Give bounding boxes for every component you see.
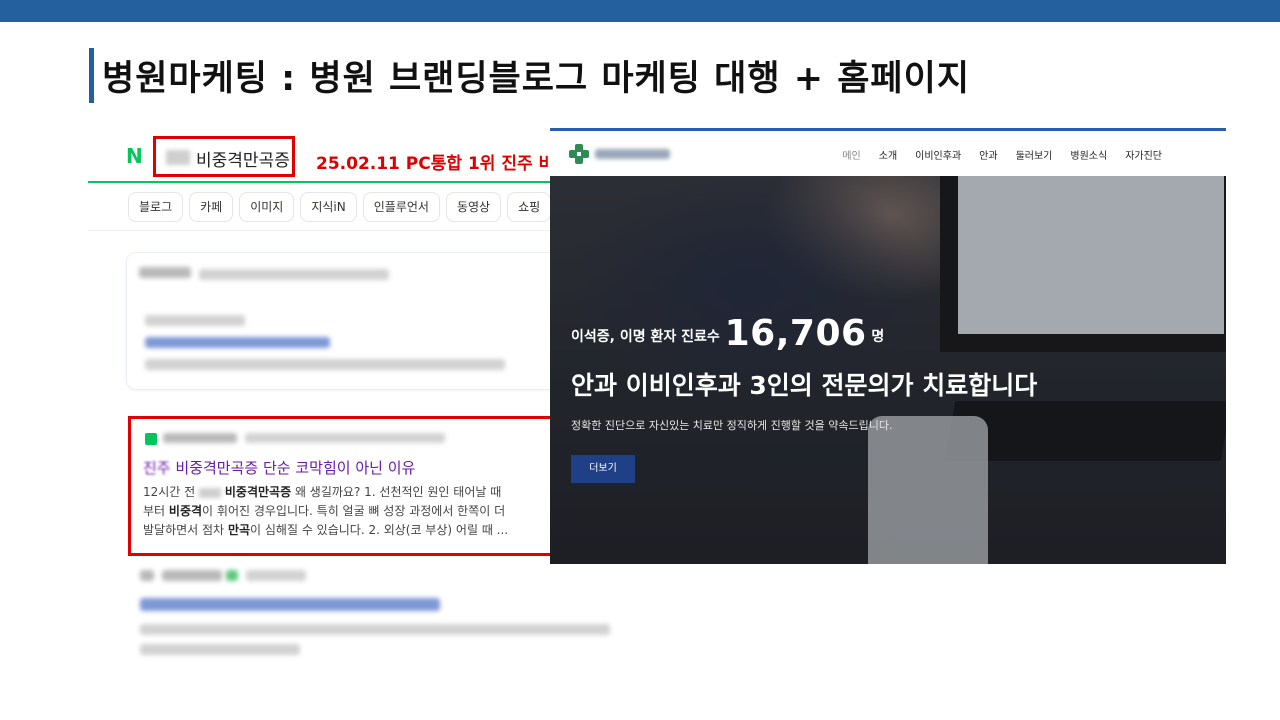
blurred-text: [140, 644, 300, 655]
blurred-region-text: [166, 150, 190, 165]
blurred-text: [199, 269, 389, 280]
top-banner: [0, 0, 1280, 22]
desc-line3a: 발달하면서 점차: [143, 523, 225, 537]
desc-keyword-3: 만곡: [227, 523, 251, 537]
naver-logo-icon[interactable]: N: [126, 144, 143, 168]
result-time: 12시간 전: [143, 485, 196, 499]
more-button[interactable]: 더보기: [571, 455, 635, 483]
hero-subtitle: 정확한 진단으로 자신있는 치료만 정직하게 진행할 것을 약속드립니다.: [571, 419, 893, 432]
hero-banner: 이석증, 이명 환자 진료수 16,706 명 안과 이비인후과 3인의 전문의…: [550, 176, 1226, 564]
desc-line2b: 이 휘어진 경우입니다. 특히 얼굴 뼈 성장 과정에서 한쪽이 더: [202, 504, 506, 518]
blurred-result-card: [126, 560, 656, 672]
blurred-text: [140, 624, 610, 635]
blurred-hospital-name: [595, 149, 670, 159]
hospital-logo-icon[interactable]: [568, 143, 590, 165]
desc-line3b: 이 심해질 수 있습니다. 2. 외상(코 부상) 어릴 때 ...: [250, 523, 509, 537]
tab-influencer[interactable]: 인플루언서: [362, 192, 440, 222]
blurred-url: [245, 433, 445, 443]
tab-blog[interactable]: 블로그: [128, 192, 184, 222]
menu-ent[interactable]: 이비인후과: [915, 147, 961, 162]
slide-title: 병원마케팅 : 병원 브랜딩블로그 마케팅 대행 + 홈페이지: [102, 59, 971, 99]
menu-ophthalmology[interactable]: 안과: [979, 147, 997, 162]
patient-count-unit: 명: [871, 329, 885, 345]
homepage-navbar: 메인 소개 이비인후과 안과 둘러보기 병원소식 자가진단: [550, 131, 1226, 176]
blurred-badge: [226, 570, 238, 581]
ranking-headline: 25.02.11 PC통합 1위 진주 비중: [316, 154, 570, 174]
desc-keyword-2: 비중격: [168, 504, 203, 518]
blurred-link: [140, 598, 440, 611]
result-title-keyword: 비중격만곡증: [175, 459, 259, 477]
menu-self-check[interactable]: 자가진단: [1125, 147, 1162, 162]
tab-cafe[interactable]: 카페: [189, 192, 234, 222]
blurred-text: [145, 359, 505, 370]
title-accent-bar: [89, 48, 94, 103]
patient-count: 16,706: [724, 313, 867, 354]
menu-main[interactable]: 메인: [842, 147, 860, 162]
menu-news[interactable]: 병원소식: [1070, 147, 1107, 162]
hero-stat: 이석증, 이명 환자 진료수 16,706 명: [571, 313, 884, 354]
blurred-text: [246, 570, 306, 581]
tab-shopping[interactable]: 쇼핑: [507, 192, 552, 222]
tab-knowledge-in[interactable]: 지식iN: [300, 192, 357, 222]
tab-image[interactable]: 이미지: [239, 192, 295, 222]
desc-line2a: 부터: [143, 504, 166, 518]
blurred-text: [139, 267, 191, 278]
result-title[interactable]: 진주 비중격만곡증 단순 코막힘이 아닌 이유: [143, 457, 415, 478]
blurred-text: [162, 570, 222, 581]
desc-line1: 왜 생길까요? 1. 선천적인 원인 태어날 때: [294, 485, 502, 499]
blurred-blog-name: [163, 433, 237, 443]
menu-about[interactable]: 소개: [879, 147, 897, 162]
blurred-region-text: [199, 487, 222, 498]
hospital-homepage-screenshot: 메인 소개 이비인후과 안과 둘러보기 병원소식 자가진단 이석증, 이명 환자…: [550, 128, 1226, 564]
desc-keyword: 비중격만곡증: [224, 485, 292, 499]
result-title-suffix: 단순 코막힘이 아닌 이유: [262, 459, 416, 477]
tab-video[interactable]: 동영상: [445, 192, 502, 222]
blurred-text: [145, 315, 245, 326]
search-query-highlight[interactable]: 비중격만곡증: [153, 136, 295, 177]
blog-favicon-icon: [145, 433, 157, 445]
menu-tour[interactable]: 둘러보기: [1016, 147, 1053, 162]
hero-stat-label: 이석증, 이명 환자 진료수: [571, 329, 720, 345]
result-title-prefix: 진주: [143, 459, 171, 477]
homepage-menu: 메인 소개 이비인후과 안과 둘러보기 병원소식 자가진단: [842, 147, 1162, 162]
hero-title: 안과 이비인후과 3인의 전문의가 치료합니다: [571, 371, 1038, 400]
blurred-icon: [140, 570, 154, 581]
search-query[interactable]: 비중격만곡증: [196, 146, 290, 171]
search-tabs: 블로그 카페 이미지 지식iN 인플루언서 동영상 쇼핑 뉴: [128, 192, 591, 222]
blurred-link: [145, 337, 330, 348]
